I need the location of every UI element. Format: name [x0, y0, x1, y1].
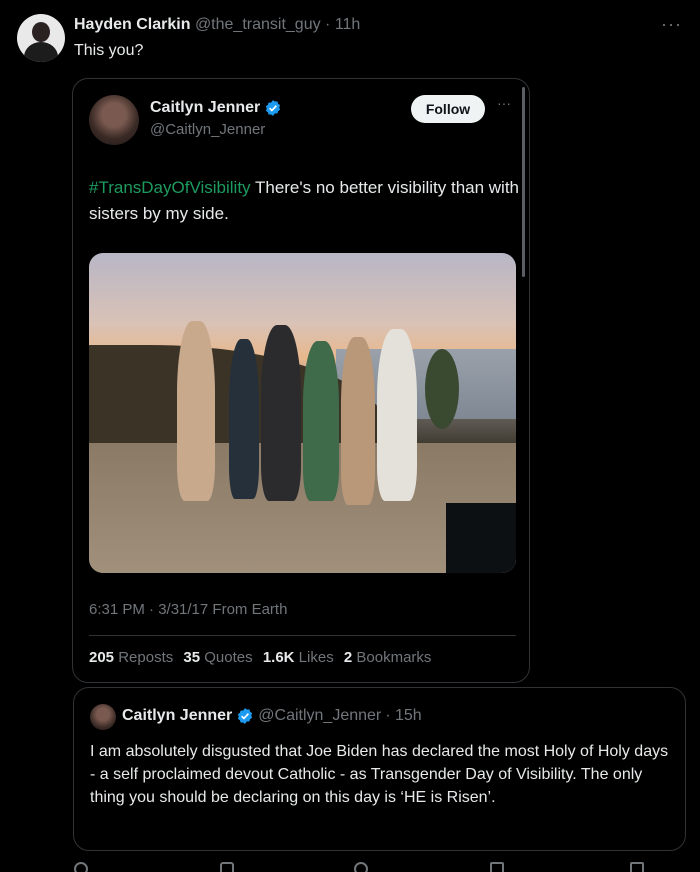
reposts-count[interactable]: 205 — [89, 649, 114, 666]
repost-icon[interactable] — [220, 862, 234, 872]
views-icon[interactable] — [490, 862, 504, 872]
embedded-tweet-text: #TransDayOfVisibility There's no better … — [89, 175, 519, 227]
reposts-label[interactable]: Reposts — [118, 649, 173, 666]
embedded-timestamp[interactable]: 6:31 PM · 3/31/17 From Earth — [89, 601, 287, 618]
group-photo[interactable] — [89, 253, 516, 573]
divider — [89, 635, 516, 636]
quotes-label[interactable]: Quotes — [204, 649, 252, 666]
quoted-tweet-header: Caitlyn Jenner @Caitlyn_Jenner · 15h — [122, 707, 422, 725]
embedded-author-name[interactable]: Caitlyn Jenner — [150, 99, 260, 117]
reply-icon[interactable] — [74, 862, 88, 872]
bookmarks-label[interactable]: Bookmarks — [356, 649, 431, 666]
outer-more-icon[interactable]: ··· — [661, 14, 682, 35]
embedded-more-icon[interactable]: ··· — [497, 95, 511, 111]
outer-tweet-header: Hayden Clarkin @the_transit_guy · 11h — [74, 16, 360, 34]
engagement-stats: 205 Reposts 35 Quotes 1.6K Likes 2 Bookm… — [89, 649, 437, 666]
quoted-author-name[interactable]: Caitlyn Jenner — [122, 707, 232, 725]
verified-badge-icon — [238, 708, 253, 724]
embedded-author-row: Caitlyn Jenner — [150, 99, 282, 117]
quoted-tweet-text: I am absolutely disgusted that Joe Biden… — [90, 743, 669, 806]
outer-tweet-text: This you? — [74, 42, 144, 59]
quoted-tweet-card[interactable]: Caitlyn Jenner @Caitlyn_Jenner · 15h I a… — [73, 687, 686, 851]
hashtag-link[interactable]: #TransDayOfVisibility — [89, 178, 251, 197]
likes-count[interactable]: 1.6K — [263, 649, 295, 666]
bookmark-icon[interactable] — [630, 862, 644, 872]
quoted-tweet-time[interactable]: · 15h — [385, 707, 421, 725]
likes-label[interactable]: Likes — [299, 649, 334, 666]
follow-button[interactable]: Follow — [411, 95, 485, 123]
verified-badge-icon — [266, 100, 281, 116]
outer-tweet-time[interactable]: · 11h — [325, 16, 360, 33]
like-icon[interactable] — [354, 862, 368, 872]
embedded-scrollbar[interactable] — [522, 87, 525, 277]
embedded-avatar[interactable] — [89, 95, 139, 145]
outer-author-name[interactable]: Hayden Clarkin — [74, 16, 190, 33]
tweet-action-bar — [70, 862, 690, 872]
embedded-author-handle[interactable]: @Caitlyn_Jenner — [150, 121, 265, 138]
outer-author-handle[interactable]: @the_transit_guy — [195, 16, 321, 33]
quotes-count[interactable]: 35 — [183, 649, 200, 666]
quoted-author-handle[interactable]: @Caitlyn_Jenner — [258, 707, 381, 725]
quoted-avatar[interactable] — [90, 704, 116, 730]
bookmarks-count[interactable]: 2 — [344, 649, 352, 666]
embedded-tweet-card[interactable]: Caitlyn Jenner @Caitlyn_Jenner Follow ··… — [72, 78, 530, 683]
outer-avatar[interactable] — [17, 14, 65, 62]
